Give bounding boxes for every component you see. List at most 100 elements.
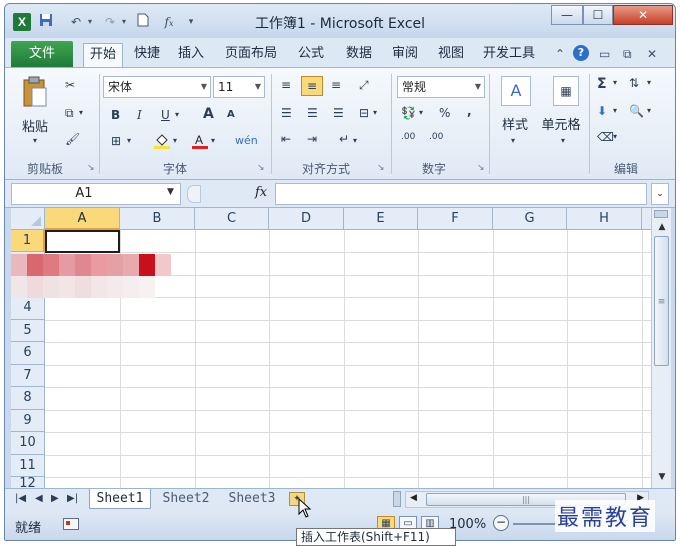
row-header-8[interactable]: 8	[11, 387, 45, 410]
increase-indent-icon[interactable]: ⇥	[307, 132, 317, 146]
tab-review[interactable]: 审阅	[385, 43, 425, 67]
decrease-indent-icon[interactable]: ⇤	[281, 132, 291, 146]
merge-dropdown-icon[interactable]: ▾	[373, 108, 377, 117]
scroll-left-icon[interactable]: ◀	[410, 493, 417, 503]
borders-icon[interactable]: ⊞	[111, 134, 121, 148]
tab-page-layout[interactable]: 页面布局	[219, 43, 283, 67]
name-box[interactable]: A1	[11, 183, 181, 205]
zoom-out-button[interactable]: −	[493, 515, 509, 531]
column-header-c[interactable]: C	[195, 208, 269, 230]
clear-dropdown-icon[interactable]: ▾	[613, 132, 617, 141]
column-header-a[interactable]: A	[45, 208, 120, 230]
copy-dropdown-icon[interactable]: ▾	[79, 108, 83, 117]
fill-dropdown-icon[interactable]: ▾	[613, 106, 617, 115]
doc-minimize-icon[interactable]: ▭	[599, 47, 610, 61]
underline-dropdown-icon[interactable]: ▾	[175, 110, 179, 119]
percent-button[interactable]: %	[439, 106, 450, 120]
tab-developer[interactable]: 开发工具	[477, 43, 541, 67]
row-header-1[interactable]: 1	[11, 230, 45, 252]
row-header-12[interactable]: 12	[11, 477, 45, 488]
wrap-text-icon[interactable]: ↵	[339, 132, 349, 146]
sheet-tab-1[interactable]: Sheet1	[89, 489, 151, 509]
column-header-f[interactable]: F	[418, 208, 493, 230]
row-header-4[interactable]: 4	[11, 297, 45, 320]
paste-label[interactable]: 粘贴	[17, 116, 53, 135]
column-header-g[interactable]: G	[493, 208, 567, 230]
clipboard-launcher-icon[interactable]: ↘	[87, 163, 95, 173]
align-right-icon[interactable]: ☰	[333, 106, 344, 120]
row-header-7[interactable]: 7	[11, 365, 45, 387]
cells-dropdown-icon[interactable]: ▾	[561, 136, 565, 145]
doc-close-icon[interactable]: ✕	[647, 47, 657, 61]
number-launcher-icon[interactable]: ↘	[477, 163, 485, 173]
column-header-h[interactable]: H	[567, 208, 642, 230]
font-name-select[interactable]: 宋体 ▼	[103, 76, 211, 98]
tab-insert[interactable]: 插入	[171, 43, 211, 67]
bold-button[interactable]: B	[111, 108, 120, 122]
increase-decimal-button[interactable]: .00	[401, 132, 415, 142]
scroll-up-icon[interactable]: ▲	[654, 222, 670, 232]
formula-bar-resize-icon[interactable]	[187, 185, 201, 203]
underline-button[interactable]: U	[161, 108, 170, 122]
vertical-split-handle[interactable]	[654, 210, 668, 218]
format-painter-icon[interactable]: 🖌	[65, 132, 80, 146]
grow-font-button[interactable]: A	[203, 106, 214, 122]
orientation-icon[interactable]: ⤢	[359, 78, 369, 93]
next-sheet-icon[interactable]: ▶	[51, 493, 59, 504]
styles-button[interactable]: 样式	[493, 114, 537, 133]
alignment-launcher-icon[interactable]: ↘	[377, 163, 385, 173]
last-sheet-icon[interactable]: ▶|	[67, 493, 78, 504]
cut-icon[interactable]: ✂	[65, 78, 75, 92]
tab-split-handle[interactable]	[393, 491, 401, 507]
number-format-select[interactable]: 常规 ▼	[397, 76, 485, 98]
italic-button[interactable]: I	[137, 108, 142, 122]
minimize-button[interactable]: —	[551, 5, 583, 25]
autosum-button[interactable]: Σ	[597, 76, 607, 92]
currency-icon[interactable]: 💱	[401, 106, 416, 120]
find-select-icon[interactable]: 🔍	[629, 104, 644, 118]
close-button[interactable]: ✕	[613, 5, 673, 25]
wrap-dropdown-icon[interactable]: ▾	[353, 136, 357, 145]
styles-dropdown-icon[interactable]: ▾	[511, 136, 515, 145]
font-color-dropdown-icon[interactable]: ▾	[211, 136, 215, 145]
fill-color-dropdown-icon[interactable]: ▾	[173, 136, 177, 145]
tab-file[interactable]: 文件	[11, 41, 73, 67]
tab-home[interactable]: 开始	[83, 43, 123, 67]
fill-color-icon[interactable]	[153, 132, 171, 153]
active-cell[interactable]	[45, 230, 120, 253]
copy-icon[interactable]: ⧉	[65, 106, 74, 121]
row-header-11[interactable]: 11	[11, 455, 45, 477]
align-left-icon[interactable]: ☰	[281, 106, 292, 120]
formula-input[interactable]	[275, 183, 647, 205]
column-header-b[interactable]: B	[120, 208, 195, 230]
phonetic-guide-button[interactable]: wén	[235, 134, 258, 147]
worksheet-grid[interactable]: A B C D E F G H 1 2 3 4 5 6 7 8 9 10 11 …	[11, 208, 651, 488]
tab-view[interactable]: 视图	[431, 43, 471, 67]
vertical-scrollbar[interactable]: ▲ ≡ ▼	[651, 208, 671, 488]
record-macro-icon[interactable]	[63, 518, 79, 530]
styles-icon[interactable]: A	[501, 76, 531, 106]
borders-dropdown-icon[interactable]: ▾	[127, 136, 131, 145]
sort-filter-icon[interactable]: ⇅	[629, 76, 639, 90]
prev-sheet-icon[interactable]: ◀	[35, 493, 43, 504]
column-header-d[interactable]: D	[269, 208, 344, 230]
shrink-font-button[interactable]: A	[227, 109, 235, 120]
paste-dropdown-icon[interactable]: ▾	[33, 136, 37, 145]
select-all-button[interactable]	[11, 208, 45, 230]
font-size-select[interactable]: 11 ▼	[213, 76, 265, 98]
align-middle-icon[interactable]: ≡	[301, 76, 323, 96]
insert-function-icon[interactable]: fx	[255, 185, 267, 200]
sort-dropdown-icon[interactable]: ▾	[647, 78, 651, 87]
font-launcher-icon[interactable]: ↘	[257, 163, 265, 173]
row-header-9[interactable]: 9	[11, 410, 45, 432]
tab-formulas[interactable]: 公式	[291, 43, 331, 67]
first-sheet-icon[interactable]: |◀	[15, 493, 26, 504]
decrease-decimal-button[interactable]: .00	[429, 132, 443, 142]
tab-quick[interactable]: 快捷	[127, 43, 167, 67]
merge-center-icon[interactable]: ⊟	[359, 106, 369, 120]
column-header-e[interactable]: E	[344, 208, 418, 230]
align-top-icon[interactable]: ≡	[281, 78, 291, 92]
tab-data[interactable]: 数据	[339, 43, 379, 67]
row-header-6[interactable]: 6	[11, 342, 45, 365]
align-bottom-icon[interactable]: ≡	[331, 78, 341, 92]
